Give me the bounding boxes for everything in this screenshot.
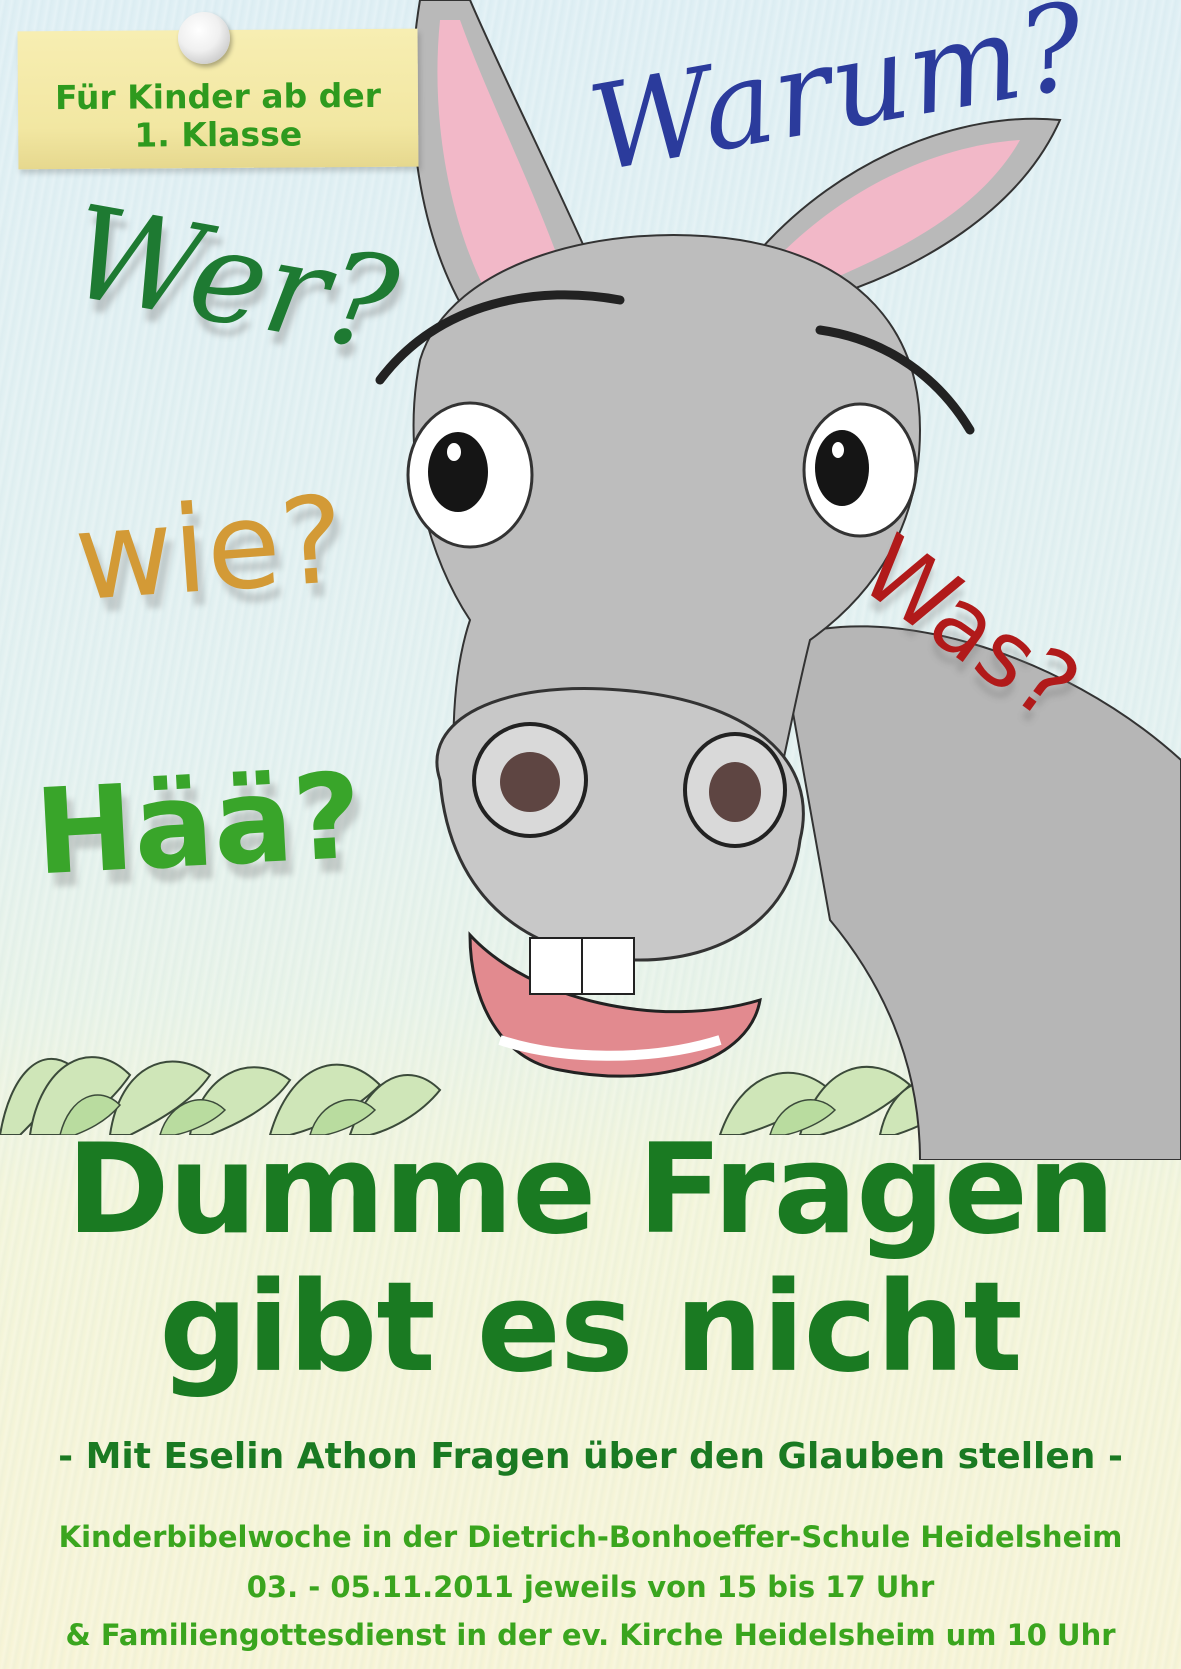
poster: Für Kinder ab der 1. Klasse Warum? Wer? … xyxy=(0,0,1181,1669)
event-service: & Familiengottesdienst in der ev. Kirche… xyxy=(65,1618,1116,1652)
question-wer: Wer? xyxy=(59,177,408,382)
question-haa: Hää? xyxy=(31,746,365,902)
donkey-illustration xyxy=(375,0,1181,1160)
target-audience-text: Für Kinder ab der 1. Klasse xyxy=(54,75,382,155)
event-location: Kinderbibelwoche in der Dietrich-Bonhoef… xyxy=(58,1520,1123,1554)
poster-subtitle: - Mit Eselin Athon Fragen über den Glaub… xyxy=(58,1436,1123,1477)
poster-title-line-2: gibt es nicht xyxy=(159,1256,1022,1400)
event-dates: 03. - 05.11.2011 jeweils von 15 bis 17 U… xyxy=(246,1570,935,1604)
question-wie: wie? xyxy=(70,470,349,629)
pushpin-icon xyxy=(178,12,230,64)
poster-title-line-1: Dumme Fragen xyxy=(66,1118,1116,1262)
